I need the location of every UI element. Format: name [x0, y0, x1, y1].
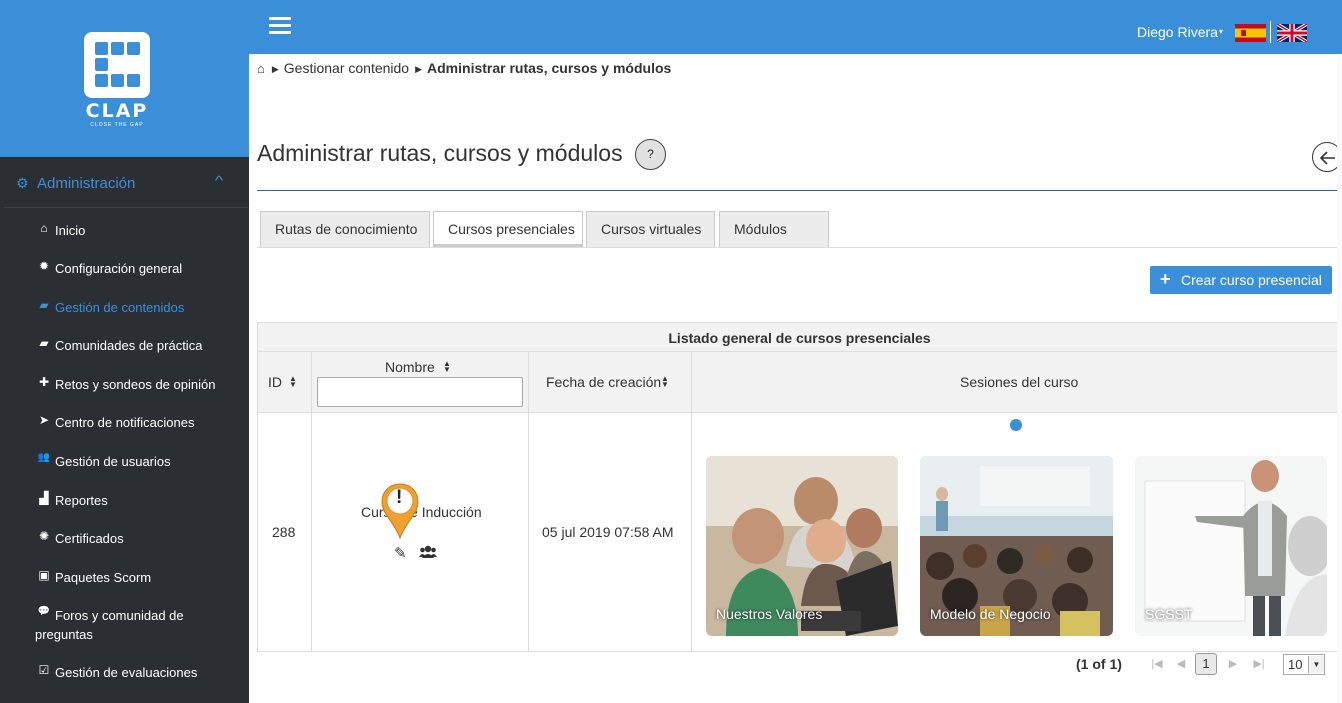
scrollbar[interactable]: [1337, 54, 1342, 703]
create-course-button[interactable]: + Crear curso presencial: [1150, 266, 1332, 294]
created-date: 05 jul 2019 07:58 AM: [542, 524, 674, 540]
column-nombre: Nombre ▲ ▼: [312, 352, 529, 413]
sidebar-item-label: Certificados: [55, 531, 124, 546]
cell-fecha: 05 jul 2019 07:58 AM: [529, 413, 692, 651]
logo-subtext: CLOSE THE GAP: [90, 122, 144, 128]
sidebar-item-label: Paquetes Scorm: [55, 570, 152, 585]
sidebar-item-label: Configuración general: [55, 261, 183, 276]
users-icon[interactable]: [419, 545, 437, 559]
sidebar-item-label: Gestión de usuarios: [55, 454, 171, 469]
flag-divider: [1270, 21, 1271, 43]
column-id[interactable]: ID ▲ ▼: [258, 352, 312, 413]
breadcrumb-current: Administrar rutas, cursos y módulos: [427, 60, 672, 76]
cell-sesiones: Nuestros Valores Modelo de Negocio SGSST: [692, 413, 1342, 651]
sidebar-item-label: Inicio: [55, 223, 86, 238]
sort-icon[interactable]: ▲ ▼: [289, 375, 297, 389]
paper-plane-icon: ➤: [38, 413, 50, 427]
session-card[interactable]: SGSST: [1135, 456, 1327, 636]
es-flag-icon[interactable]: [1235, 24, 1266, 42]
session-card[interactable]: Nuestros Valores: [706, 456, 898, 636]
logo-text: CLAP: [85, 100, 149, 122]
chevron-down-icon: ▼: [1308, 656, 1324, 673]
sidebar: CLAP CLOSE THE GAP ⚙ Administración ^ ⌂ …: [0, 0, 249, 703]
home-icon[interactable]: ⌂: [257, 61, 265, 76]
help-button[interactable]: ?: [635, 139, 666, 170]
next-page-icon[interactable]: ▶: [1222, 654, 1244, 674]
pencil-icon[interactable]: ✎: [394, 544, 407, 562]
course-name: Curso de Inducción: [361, 504, 482, 520]
plus-icon: +: [1160, 269, 1171, 289]
sort-icon[interactable]: ▲ ▼: [443, 360, 451, 374]
tabs-divider: [257, 247, 1342, 248]
breadcrumb-link[interactable]: Gestionar contenido: [284, 60, 409, 76]
breadcrumb: ⌂ ▶ Gestionar contenido ▶ Administrar rutas,…: [257, 60, 671, 76]
menu-section-label: Administración: [37, 175, 136, 192]
book-icon: ▰: [39, 336, 49, 350]
last-page-icon[interactable]: ▶|: [1248, 654, 1270, 674]
clap-logo[interactable]: [84, 32, 150, 98]
tab-rutas-conocimiento[interactable]: Rutas de conocimiento: [260, 211, 430, 247]
rows-per-page-value: 10: [1288, 657, 1303, 672]
table-caption: Listado general de cursos presenciales: [257, 322, 1342, 352]
sidebar-item-label: Centro de notificaciones: [55, 415, 195, 430]
caret-right-icon: ▶: [271, 64, 279, 74]
tab-modulos[interactable]: Módulos: [719, 211, 829, 247]
certificate-icon: ✺: [38, 529, 50, 543]
name-filter-input[interactable]: [317, 377, 523, 407]
cell-nombre: Curso de Inducción ✎: [312, 413, 529, 651]
column-label: Nombre: [385, 359, 435, 375]
create-course-label: Crear curso presencial: [1181, 272, 1322, 288]
logo-area: CLAP CLOSE THE GAP: [0, 0, 249, 157]
session-card[interactable]: Modelo de Negocio: [920, 456, 1113, 636]
book-icon: ▰: [39, 298, 49, 312]
pagination-summary: (1 of 1): [1076, 656, 1122, 672]
gears-icon: ⚙: [16, 175, 29, 191]
top-bar: Diego Rivera ▾: [249, 0, 1342, 54]
column-label: Fecha de creación: [546, 374, 662, 390]
user-menu[interactable]: Diego Rivera: [1137, 24, 1218, 40]
tab-cursos-presenciales[interactable]: Cursos presenciales: [433, 211, 583, 247]
column-label: Sesiones del curso: [960, 374, 1079, 390]
caret-right-icon: ▶: [415, 64, 423, 74]
warning-mark: !: [396, 487, 403, 508]
session-title: Nuestros Valores: [716, 606, 823, 622]
course-id: 288: [272, 524, 296, 540]
column-label: ID: [268, 374, 282, 390]
caret-down-icon[interactable]: ▾: [1219, 27, 1223, 36]
table-row: 288 Curso de Inducción ✎ 05 jul 2019 07:…: [257, 413, 1342, 652]
gear-icon: ✹: [38, 259, 50, 273]
table-header: ID ▲ ▼ Nombre ▲ ▼ Fecha de creación ▲ ▼ Ses…: [257, 352, 1342, 413]
sidebar-item-label: Reportes: [55, 493, 108, 508]
page-title: Administrar rutas, cursos y módulos: [257, 140, 623, 166]
carousel-indicator[interactable]: [1010, 419, 1022, 431]
check-square-icon: ☑: [38, 663, 50, 677]
rows-per-page-select[interactable]: 10 ▼: [1283, 654, 1325, 675]
uk-flag-icon[interactable]: [1277, 24, 1307, 42]
column-fecha[interactable]: Fecha de creación ▲ ▼: [529, 352, 692, 413]
tab-cursos-virtuales[interactable]: Cursos virtuales: [586, 211, 715, 247]
home-icon: ⌂: [40, 221, 48, 235]
title-divider: [257, 190, 1342, 191]
sidebar-item-label: Comunidades de práctica: [55, 338, 203, 353]
sidebar-item-label: Gestión de evaluaciones: [55, 665, 198, 680]
hamburger-menu-icon[interactable]: [269, 17, 291, 35]
sidebar-item-label: Retos y sondeos de opinión: [55, 377, 216, 392]
sort-icon[interactable]: ▲ ▼: [661, 375, 669, 389]
column-sesiones: Sesiones del curso: [692, 352, 1342, 413]
first-page-icon[interactable]: |◀: [1146, 654, 1168, 674]
cell-id: 288: [258, 413, 312, 651]
archive-icon: ▣: [38, 568, 50, 582]
puzzle-icon: ✚: [38, 375, 50, 389]
area-chart-icon: ▟: [39, 491, 49, 505]
menu-section-administracion[interactable]: ⚙ Administración ^: [4, 160, 249, 208]
sidebar-item-label: Foros y comunidad de preguntas: [35, 608, 184, 642]
sidebar-item-label: Gestión de contenidos: [55, 300, 185, 315]
chevron-up-icon[interactable]: ^: [215, 173, 224, 188]
current-page-button[interactable]: 1: [1195, 653, 1217, 675]
session-title: Modelo de Negocio: [930, 606, 1051, 622]
prev-page-icon[interactable]: ◀: [1170, 654, 1192, 674]
users-icon: 👥: [37, 452, 51, 463]
session-title: SGSST: [1145, 606, 1193, 622]
